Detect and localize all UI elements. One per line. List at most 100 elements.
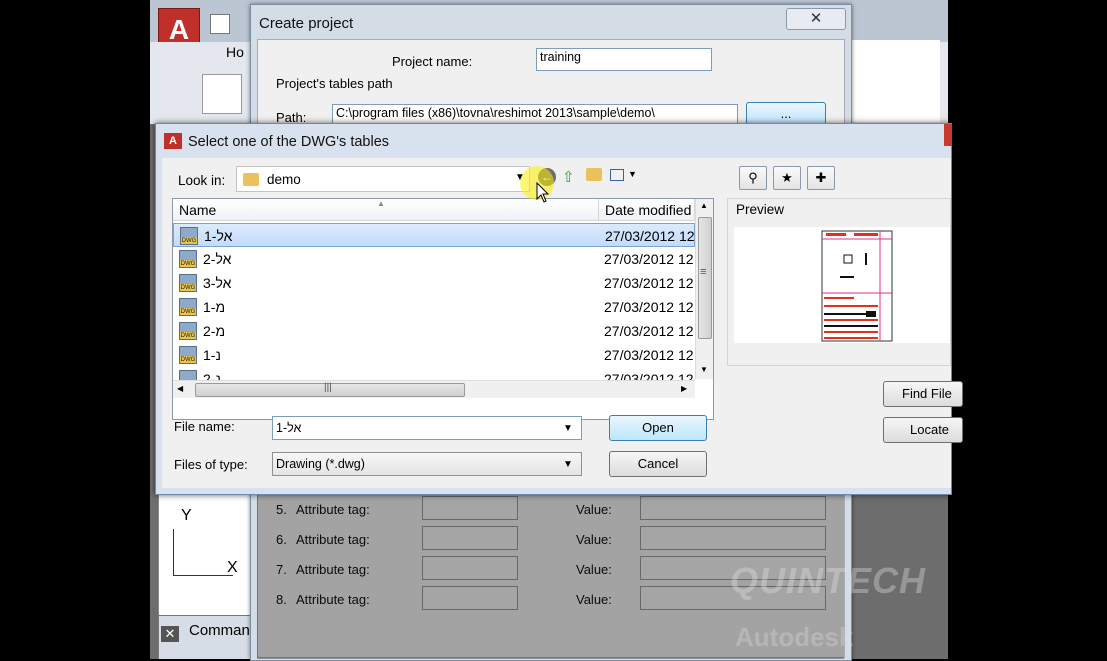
file-name: אל-1 — [204, 228, 233, 244]
cancel-button[interactable]: Cancel — [609, 451, 707, 477]
vertical-scrollbar[interactable]: ▲ ≡ ▼ — [695, 199, 713, 379]
scroll-grip: ||| — [324, 382, 332, 393]
file-type-select[interactable]: Drawing (*.dwg) ▼ — [272, 452, 582, 476]
folder-icon — [243, 173, 259, 186]
attribute-tag-input[interactable] — [422, 526, 518, 550]
scroll-grip: ≡ — [700, 266, 707, 278]
sort-indicator-icon: ▲ — [377, 199, 385, 208]
close-button[interactable]: ✕ — [786, 8, 846, 30]
search-web-icon[interactable]: ⚲ — [739, 166, 767, 190]
list-item[interactable]: DWG נ-1 27/03/2012 12 — [173, 343, 695, 367]
ribbon-tab-home[interactable]: Ho — [226, 44, 244, 60]
attribute-tag-input[interactable] — [422, 556, 518, 580]
chevron-down-icon[interactable]: ▼ — [563, 419, 573, 439]
file-name: נ-2 — [203, 371, 221, 380]
attribute-tag-label: Attribute tag: — [296, 532, 370, 547]
file-name: אל-2 — [203, 251, 232, 267]
locate-button[interactable]: Locate — [883, 417, 963, 443]
list-item[interactable]: DWG מ-2 27/03/2012 12 — [173, 319, 695, 343]
new-folder-icon[interactable] — [586, 168, 602, 181]
file-name: מ-2 — [203, 323, 226, 339]
watermark-logo: QUINTECH — [730, 560, 926, 601]
chevron-down-icon[interactable]: ▼ — [628, 169, 637, 179]
attribute-tag-input[interactable] — [422, 586, 518, 610]
open-button[interactable]: Open — [609, 415, 707, 441]
axis-x-label: X — [227, 559, 238, 576]
dwg-file-icon: DWG — [179, 322, 197, 340]
model-space[interactable]: Y X — [158, 490, 252, 622]
view-menu-icon[interactable] — [610, 169, 624, 181]
new-file-icon[interactable] — [210, 14, 230, 34]
find-file-button[interactable]: Find File — [883, 381, 963, 407]
favorites-icon[interactable]: ★ — [773, 166, 801, 190]
file-type-value: Drawing (*.dwg) — [276, 457, 365, 471]
dialog-title: Select one of the DWG's tables — [188, 134, 390, 150]
restore-icon — [848, 5, 892, 27]
attribute-tag-input[interactable] — [422, 496, 518, 520]
command-line[interactable]: ✕ Comman — [158, 615, 252, 659]
attribute-number: 6. — [276, 532, 287, 547]
project-name-label: Project name: — [392, 54, 473, 69]
attribute-row: 6. Attribute tag: Value: — [268, 526, 838, 550]
axis-y-line — [173, 529, 174, 575]
list-item[interactable]: DWG אל-1 27/03/2012 12 — [173, 223, 695, 247]
scroll-up-icon[interactable]: ▲ — [700, 201, 708, 210]
attribute-value-label: Value: — [576, 532, 612, 547]
project-name-input[interactable]: training — [536, 48, 712, 71]
close-icon[interactable]: ✕ — [161, 626, 179, 642]
attribute-row: 5. Attribute tag: Value: — [268, 496, 838, 520]
add-favorite-icon[interactable]: ✚ — [807, 166, 835, 190]
watermark-brand: Autodesk — [735, 622, 854, 652]
horizontal-scrollbar[interactable]: ◀ ||| ▶ — [173, 380, 695, 398]
autocad-icon: A — [164, 133, 182, 149]
attribute-tag-label: Attribute tag: — [296, 562, 370, 577]
file-name: אל-3 — [203, 275, 232, 291]
attribute-value-input[interactable] — [640, 526, 826, 550]
axis-x-line — [173, 575, 233, 576]
file-date: 27/03/2012 12 — [605, 228, 695, 244]
command-label: Comman — [189, 622, 250, 639]
file-name-input[interactable]: אל-1 ▼ — [272, 416, 582, 440]
file-date: 27/03/2012 12 — [604, 299, 694, 315]
look-in-select[interactable]: demo ▼ — [236, 166, 530, 192]
column-header-date[interactable]: Date modified — [599, 199, 695, 221]
file-name: נ-1 — [203, 347, 221, 363]
scroll-thumb[interactable]: ||| — [195, 382, 465, 397]
file-type-label: Files of type: — [174, 457, 248, 472]
scroll-left-icon[interactable]: ◀ — [177, 384, 183, 393]
list-item[interactable]: DWG נ-2 27/03/2012 12 — [173, 367, 695, 380]
attribute-tag-label: Attribute tag: — [296, 502, 370, 517]
list-item[interactable]: DWG אל-3 27/03/2012 12 — [173, 271, 695, 295]
file-date: 27/03/2012 12 — [604, 371, 694, 380]
scroll-down-icon[interactable]: ▼ — [700, 365, 708, 374]
preview-label: Preview — [736, 202, 785, 217]
file-name: מ-1 — [203, 299, 226, 315]
list-item[interactable]: DWG מ-1 27/03/2012 12 — [173, 295, 695, 319]
dwg-file-icon: DWG — [180, 227, 198, 245]
attribute-tag-label: Attribute tag: — [296, 592, 370, 607]
dwg-file-icon: DWG — [179, 250, 197, 268]
dwg-file-icon: DWG — [179, 298, 197, 316]
mouse-cursor-icon — [536, 182, 550, 203]
dialog-body: Look in: demo ▼ ← ⇧ ▼ ⚲ ★ ✚ Name Date mo… — [162, 158, 963, 488]
file-date: 27/03/2012 12 — [604, 275, 694, 291]
table-icon[interactable] — [202, 74, 242, 114]
up-folder-icon[interactable]: ⇧ — [562, 168, 575, 186]
file-date: 27/03/2012 12 — [604, 347, 694, 363]
attribute-number: 5. — [276, 502, 287, 517]
file-name-value: אל-1 — [276, 421, 302, 435]
close-button[interactable] — [944, 124, 952, 146]
attribute-number: 7. — [276, 562, 287, 577]
scroll-thumb[interactable]: ≡ — [698, 217, 712, 339]
chevron-down-icon[interactable]: ▼ — [563, 455, 573, 475]
file-date: 27/03/2012 12 — [604, 323, 694, 339]
attribute-value-label: Value: — [576, 562, 612, 577]
dialog-title: Create project — [259, 15, 354, 32]
file-list[interactable]: Name Date modified ▲ DWG אל-1 27/03/2012… — [172, 198, 714, 420]
attribute-value-input[interactable] — [640, 496, 826, 520]
preview-image — [734, 227, 950, 343]
dwg-file-icon: DWG — [179, 274, 197, 292]
list-item[interactable]: DWG אל-2 27/03/2012 12 — [173, 247, 695, 271]
scroll-right-icon[interactable]: ▶ — [681, 384, 687, 393]
file-date: 27/03/2012 12 — [604, 251, 694, 267]
